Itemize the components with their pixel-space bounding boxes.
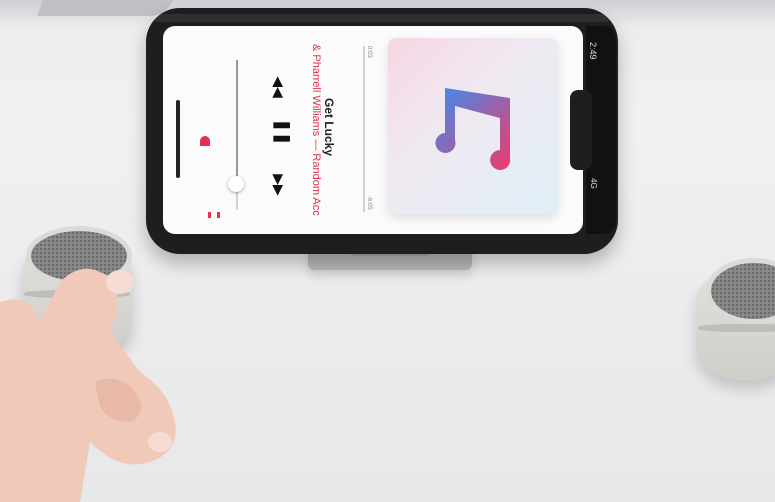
time-elapsed: 0:03 bbox=[366, 46, 372, 58]
speaker-right-band bbox=[698, 324, 775, 332]
background-object bbox=[37, 0, 173, 16]
music-note-icon bbox=[435, 88, 511, 170]
lyrics-icon[interactable] bbox=[208, 212, 220, 218]
volume-level bbox=[236, 60, 238, 180]
song-artist[interactable]: & Pharrell Williams — Random Acc bbox=[310, 44, 322, 216]
hand bbox=[0, 268, 176, 502]
time-remaining: -6:05 bbox=[366, 196, 372, 210]
status-signal: 4G bbox=[589, 178, 598, 189]
home-indicator[interactable] bbox=[176, 100, 180, 178]
previous-track-button[interactable]: ◀◀ bbox=[271, 76, 287, 98]
pause-button[interactable]: ❚❚ bbox=[273, 119, 290, 146]
song-title: Get Lucky bbox=[322, 98, 336, 157]
volume-knob[interactable] bbox=[228, 176, 244, 192]
photo-scene: 2:49 4G Get Lucky & Pharrell Williams — … bbox=[0, 0, 775, 502]
status-time: 2:49 bbox=[588, 42, 598, 60]
airplay-icon[interactable] bbox=[200, 136, 210, 146]
phone-notch bbox=[570, 90, 592, 170]
progress-scrubber[interactable] bbox=[363, 46, 365, 212]
next-track-button[interactable]: ▶▶ bbox=[271, 174, 287, 196]
